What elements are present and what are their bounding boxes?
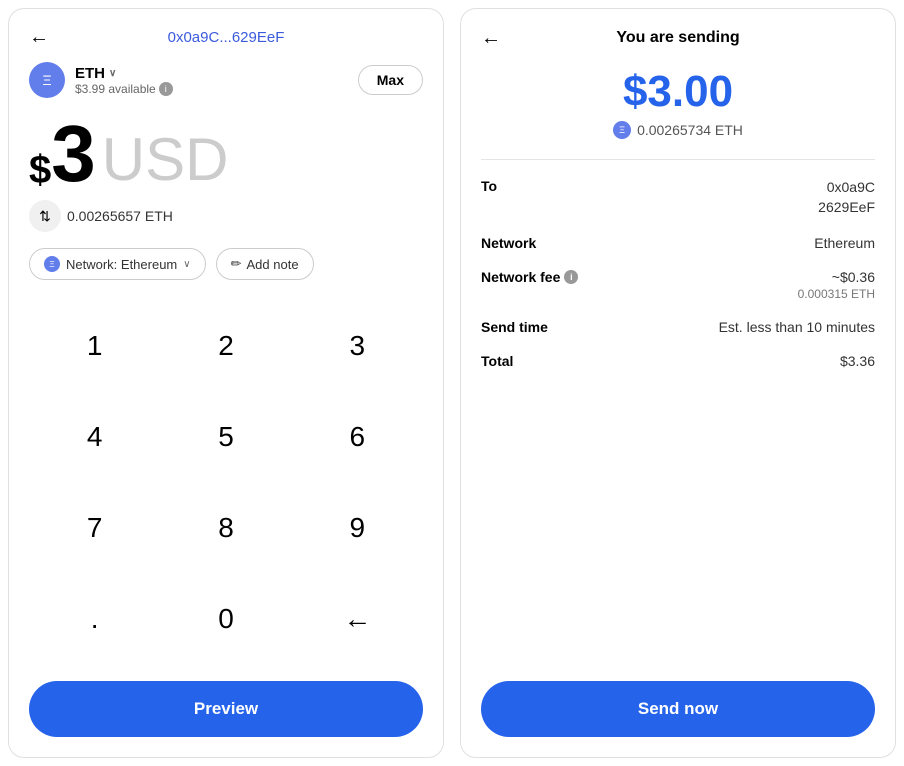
- fee-info-icon: i: [564, 270, 578, 284]
- to-address-line2: 2629EeF: [818, 198, 875, 218]
- amount-display: $ 3 USD: [29, 114, 423, 194]
- info-icon: i: [159, 82, 173, 96]
- numpad-key-7[interactable]: 7: [29, 483, 160, 574]
- numpad: 1 2 3 4 5 6 7 8 9 . 0 ←: [29, 300, 423, 665]
- network-row: Ξ Network: Ethereum ∨ ✏ Add note: [29, 248, 423, 280]
- network-fee-usd: ~$0.36: [798, 269, 875, 285]
- eth-amount-text: 0.00265657 ETH: [67, 208, 173, 224]
- eth-logo-icon: Ξ: [29, 62, 65, 98]
- send-eth-value: 0.00265734 ETH: [637, 122, 743, 138]
- network-label: Network: Ethereum: [66, 257, 177, 272]
- numpad-key-0[interactable]: 0: [160, 574, 291, 665]
- amount-number: 3: [51, 114, 96, 194]
- numpad-key-3[interactable]: 3: [292, 300, 423, 391]
- pencil-icon: ✏: [231, 256, 242, 272]
- eth-equivalent: ⇅ 0.00265657 ETH: [29, 200, 423, 232]
- network-selector[interactable]: Ξ Network: Ethereum ∨: [29, 248, 206, 280]
- network-fee-value: ~$0.36 0.000315 ETH: [798, 269, 875, 301]
- to-row: To 0x0a9C 2629EeF: [481, 178, 875, 217]
- eth-icon-small: Ξ: [613, 121, 631, 139]
- numpad-key-2[interactable]: 2: [160, 300, 291, 391]
- send-amount-usd: $3.00: [481, 67, 875, 117]
- to-address: 0x0a9C 2629EeF: [818, 178, 875, 217]
- preview-button[interactable]: Preview: [29, 681, 423, 737]
- panel1-header: ← 0x0a9C...629EeF: [29, 29, 423, 46]
- network-row-detail: Network Ethereum: [481, 235, 875, 251]
- send-panel: ← 0x0a9C...629EeF Ξ ETH ∨ $3.99 availabl…: [8, 8, 444, 758]
- network-chevron-icon: ∨: [183, 259, 190, 270]
- total-row: Total $3.36: [481, 353, 875, 369]
- send-time-label: Send time: [481, 319, 548, 335]
- amount-currency: USD: [102, 130, 229, 190]
- numpad-key-8[interactable]: 8: [160, 483, 291, 574]
- numpad-key-4[interactable]: 4: [29, 391, 160, 482]
- numpad-key-decimal[interactable]: .: [29, 574, 160, 665]
- network-eth-icon: Ξ: [44, 256, 60, 272]
- numpad-key-1[interactable]: 1: [29, 300, 160, 391]
- swap-icon[interactable]: ⇅: [29, 200, 61, 232]
- network-fee-row: Network fee i ~$0.36 0.000315 ETH: [481, 269, 875, 301]
- to-address-line1: 0x0a9C: [818, 178, 875, 198]
- send-time-row: Send time Est. less than 10 minutes: [481, 319, 875, 335]
- total-label: Total: [481, 353, 513, 369]
- dollar-sign: $: [29, 150, 51, 190]
- token-name: ETH ∨: [75, 65, 173, 82]
- total-value: $3.36: [840, 353, 875, 369]
- available-balance: $3.99 available i: [75, 82, 173, 96]
- panel2-title: You are sending: [616, 29, 739, 47]
- network-fee-label: Network fee i: [481, 269, 578, 285]
- numpad-key-9[interactable]: 9: [292, 483, 423, 574]
- confirm-panel: ← You are sending $3.00 Ξ 0.00265734 ETH…: [460, 8, 896, 758]
- recipient-address: 0x0a9C...629EeF: [168, 29, 285, 46]
- numpad-key-backspace[interactable]: ←: [292, 574, 423, 665]
- to-label: To: [481, 178, 497, 194]
- network-value: Ethereum: [814, 235, 875, 251]
- send-time-value: Est. less than 10 minutes: [719, 319, 875, 335]
- add-note-label: Add note: [247, 257, 299, 272]
- back-button-panel2[interactable]: ←: [481, 27, 501, 50]
- token-row: Ξ ETH ∨ $3.99 available i Max: [29, 62, 423, 98]
- send-amount-eth: Ξ 0.00265734 ETH: [481, 121, 875, 139]
- token-info: ETH ∨ $3.99 available i: [75, 65, 173, 96]
- token-selector[interactable]: Ξ ETH ∨ $3.99 available i: [29, 62, 173, 98]
- send-now-button[interactable]: Send now: [481, 681, 875, 737]
- numpad-key-5[interactable]: 5: [160, 391, 291, 482]
- numpad-key-6[interactable]: 6: [292, 391, 423, 482]
- max-button[interactable]: Max: [358, 65, 423, 95]
- add-note-button[interactable]: ✏ Add note: [216, 248, 314, 280]
- chevron-down-icon: ∨: [109, 68, 116, 79]
- panel2-header: ← You are sending: [481, 29, 875, 47]
- back-button-panel1[interactable]: ←: [29, 26, 49, 49]
- network-fee-eth: 0.000315 ETH: [798, 287, 875, 301]
- network-label-detail: Network: [481, 235, 536, 251]
- detail-section: To 0x0a9C 2629EeF Network Ethereum Netwo…: [481, 178, 875, 681]
- divider: [481, 159, 875, 160]
